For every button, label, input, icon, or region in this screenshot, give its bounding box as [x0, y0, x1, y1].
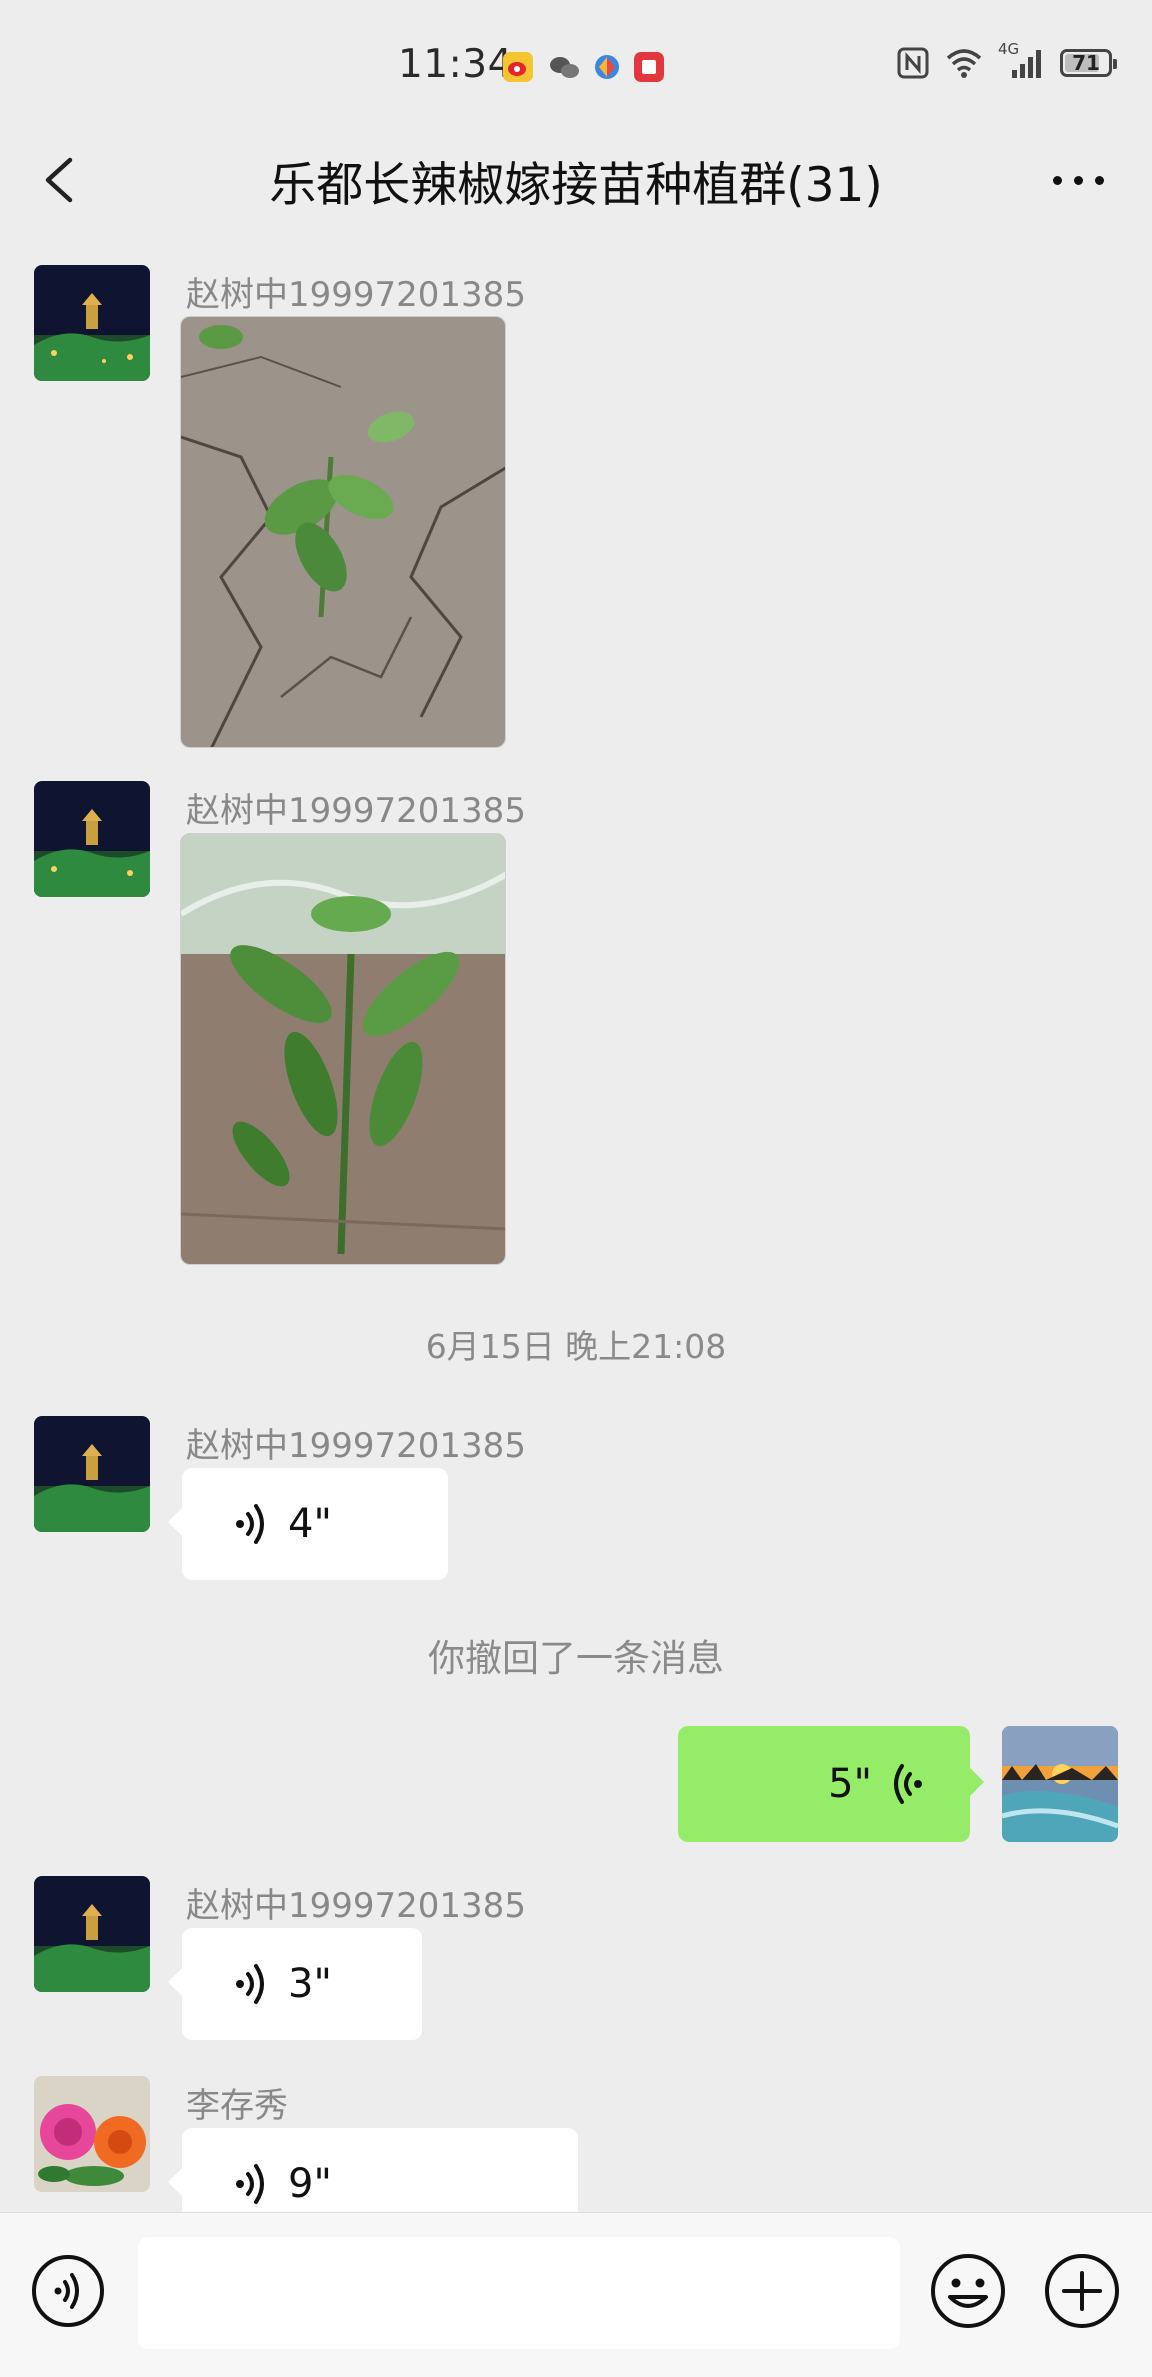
- message-list[interactable]: 赵树中19997201385 赵树中19997201385 6月15日 晚上21…: [0, 246, 1152, 2212]
- recall-notice: 你撤回了一条消息: [428, 1637, 724, 1680]
- status-right-group: 4G 71: [896, 40, 1117, 80]
- message-timestamp: 6月15日 晚上21:08: [425, 1327, 727, 1366]
- weibo-icon: [503, 52, 533, 82]
- avatar[interactable]: [34, 2076, 150, 2192]
- voice-mode-icon: [32, 2255, 104, 2327]
- plus-icon: [1045, 2254, 1119, 2328]
- more-icon-dot: [1094, 175, 1104, 185]
- emoji-button[interactable]: [928, 2251, 1008, 2331]
- sender-name: 赵树中19997201385: [186, 791, 526, 831]
- my-voice-message[interactable]: 5": [678, 1726, 984, 1842]
- input-bar: [0, 2212, 1152, 2377]
- sender-name: 李存秀: [186, 2086, 288, 2126]
- browser-icon: [592, 52, 622, 82]
- status-bar: 11:34 4G 71: [0, 0, 1152, 120]
- cell-signal-icon: 4G: [998, 40, 1046, 80]
- voice-duration: 9": [288, 2161, 332, 2207]
- voice-message[interactable]: 3": [168, 1928, 422, 2040]
- avatar[interactable]: [34, 1876, 150, 1992]
- voice-wave-icon: [894, 1764, 922, 1804]
- more-functions-button[interactable]: [1042, 2251, 1122, 2331]
- voice-wave-icon: [236, 1964, 264, 2004]
- wifi-icon: [946, 49, 982, 78]
- chat-title: 乐都长辣椒嫁接苗种植群(31): [269, 158, 883, 213]
- battery-icon: 71: [1060, 49, 1117, 77]
- voice-wave-icon: [236, 2164, 264, 2204]
- wechat-icon: [548, 52, 579, 82]
- more-button[interactable]: [1038, 150, 1118, 210]
- network-type-label: 4G: [998, 40, 1020, 58]
- avatar[interactable]: [34, 781, 150, 897]
- voice-duration: 5": [828, 1761, 872, 1807]
- notification-app-icon: [634, 52, 664, 82]
- message-input[interactable]: [138, 2237, 900, 2349]
- more-icon-dot: [1073, 175, 1083, 185]
- emoji-icon: [931, 2254, 1005, 2328]
- status-time: 11:34: [398, 42, 513, 87]
- avatar[interactable]: [34, 1416, 150, 1532]
- chat-image[interactable]: [180, 833, 506, 1265]
- nfc-icon: [897, 47, 929, 79]
- sender-name: 赵树中19997201385: [186, 1886, 526, 1926]
- chat-image[interactable]: [180, 316, 506, 748]
- voice-duration: 3": [288, 1961, 332, 2007]
- sender-name: 赵树中19997201385: [186, 275, 526, 315]
- back-arrow-icon: [45, 157, 73, 203]
- voice-duration: 4": [288, 1501, 332, 1547]
- chat-header: 乐都长辣椒嫁接苗种植群(31): [0, 120, 1152, 246]
- sender-name: 赵树中19997201385: [186, 1426, 526, 1466]
- voice-message[interactable]: 9": [168, 2128, 578, 2212]
- more-icon-dot: [1052, 175, 1062, 185]
- voice-message[interactable]: 4": [168, 1468, 448, 1580]
- avatar[interactable]: [34, 265, 150, 381]
- voice-mode-button[interactable]: [30, 2253, 106, 2329]
- my-avatar[interactable]: [1002, 1726, 1118, 1842]
- battery-level: 71: [1072, 51, 1100, 75]
- back-button[interactable]: [34, 150, 94, 210]
- voice-wave-icon: [236, 1504, 264, 1544]
